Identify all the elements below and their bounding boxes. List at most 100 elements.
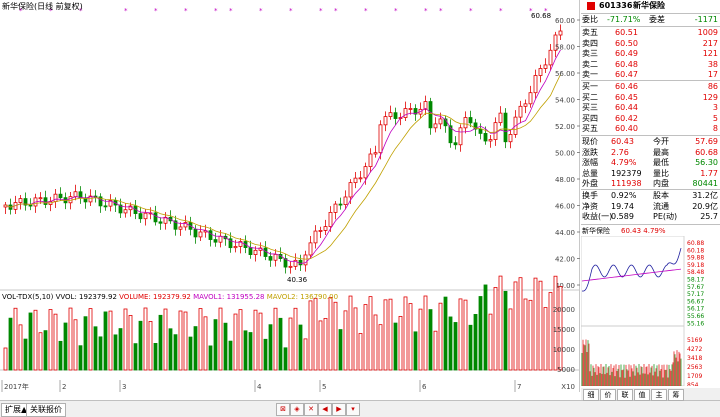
volume-bar	[478, 296, 483, 371]
chart-type-icon[interactable]: ◈	[290, 403, 304, 416]
volume-bar	[533, 277, 538, 371]
bid-label: 买一	[582, 82, 598, 91]
candle	[408, 108, 413, 110]
volume-bar	[223, 322, 228, 371]
candle	[548, 49, 553, 66]
bid-volume: 8	[712, 124, 718, 134]
price-axis-label: 44.00	[555, 229, 575, 237]
candle	[368, 153, 373, 168]
bid-volume: 86	[707, 82, 718, 91]
kline-chart[interactable]: * * * * * * * * * * * * * * * * * * * * 60.00 58.00 56.00 54.0…	[0, 0, 580, 392]
candle	[383, 116, 388, 126]
bid-volume: 5	[712, 113, 718, 123]
candle	[273, 254, 278, 261]
mini-price-axis-label: 56.67	[687, 298, 704, 305]
volume-bar	[228, 340, 233, 371]
candle	[483, 133, 488, 142]
chart-tool-icon[interactable]: ✕	[304, 403, 318, 416]
volume-bar	[178, 310, 183, 371]
candle	[403, 108, 408, 118]
volume-bar	[38, 332, 43, 371]
stat-row: 净资 19.74 流通 20.9亿	[581, 202, 720, 212]
mini-price-axis-label: 60.18	[687, 247, 704, 254]
signal-marker: *	[439, 7, 443, 15]
volume-bar	[383, 299, 388, 371]
candle	[193, 228, 198, 238]
volume-bar	[513, 281, 518, 371]
volume-bar	[523, 298, 528, 371]
ask-row[interactable]: 卖一 60.47 17	[581, 70, 720, 80]
ask-row[interactable]: 卖二 60.48 38	[581, 60, 720, 70]
weibi-row: 委比 -71.71% 委差 -1171	[582, 15, 718, 24]
tab-related-quotes[interactable]: 关联报价	[26, 403, 66, 417]
volume-bar	[208, 345, 213, 371]
candle	[303, 254, 308, 266]
volume-bar	[548, 292, 553, 371]
ask-row[interactable]: 卖四 60.50 217	[581, 39, 720, 49]
volume-bar	[298, 324, 303, 371]
mini-tab[interactable]: 筹	[668, 389, 684, 401]
volume-bar	[68, 307, 73, 371]
volume-bar	[303, 338, 308, 371]
candle	[373, 152, 378, 155]
chart-forward-icon[interactable]: ▶	[332, 403, 346, 416]
quote-panel: 601336 新华保险 委比 -71.71% 委差 -1171 卖五 60.51 1…	[581, 0, 720, 401]
stat-value: 0.92%	[611, 191, 637, 200]
bid-row[interactable]: 买三 60.44 3	[581, 103, 720, 113]
stat-label: 收益(一)	[582, 212, 613, 222]
volume-bar	[538, 280, 543, 371]
volume-bar	[293, 307, 298, 371]
ask-row[interactable]: 卖三 60.49 121	[581, 49, 720, 59]
ask-volume: 121	[702, 49, 718, 59]
signal-marker: *	[499, 7, 503, 15]
mini-chart-title: 新华保险	[582, 227, 610, 235]
volume-bar	[188, 336, 193, 371]
price-axis-label: 60.00	[555, 17, 575, 25]
volume-bar	[338, 329, 343, 371]
volume-bar	[103, 311, 108, 371]
signal-marker: *	[184, 7, 188, 15]
stat-row: 现价 60.43 今开 57.69	[581, 137, 720, 147]
candle	[343, 196, 348, 205]
candle	[313, 230, 318, 244]
bid-row[interactable]: 买一 60.46 86	[581, 82, 720, 92]
candle	[318, 230, 323, 232]
volume-bar	[448, 316, 453, 371]
chart-back-icon[interactable]: ◀	[318, 403, 332, 416]
volume-bar	[443, 296, 448, 371]
bid-label: 买二	[582, 92, 598, 102]
bid-price: 60.42	[615, 113, 638, 123]
ask-price: 60.49	[615, 49, 638, 59]
price-axis-label: 50.00	[555, 150, 575, 158]
candle	[358, 177, 363, 180]
volume-bar	[508, 308, 513, 371]
signal-marker: *	[259, 7, 263, 15]
signal-marker: *	[469, 7, 473, 15]
bid-row[interactable]: 买四 60.42 5	[581, 114, 720, 124]
mini-tab[interactable]: 价	[600, 389, 616, 401]
price-axis-label: 54.00	[555, 97, 575, 105]
bid-row[interactable]: 买二 60.45 129	[581, 93, 720, 103]
volume-bar	[8, 317, 13, 371]
signal-marker: *	[229, 7, 233, 15]
stat-value: 20.9亿	[692, 201, 718, 211]
volume-bar	[323, 318, 328, 371]
volume-bar	[468, 324, 473, 371]
intraday-chart[interactable]: 60.8860.1859.8859.1858.4858.1757.6757.17…	[581, 236, 720, 386]
volume-bar	[48, 309, 53, 371]
ask-row[interactable]: 卖五 60.51 1009	[581, 28, 720, 38]
candle	[328, 212, 333, 227]
volume-bar	[113, 334, 118, 371]
ask-volume: 217	[702, 38, 718, 48]
kline-svg[interactable]: * * * * * * * * * * * * * * * * * * * * 60.0058.0056.0054.0…	[0, 0, 580, 392]
chart-settings-icon[interactable]: ▾	[346, 403, 360, 416]
mini-tab[interactable]: 值	[634, 389, 650, 401]
ask-price: 60.51	[615, 28, 638, 37]
bid-row[interactable]: 买五 60.40 8	[581, 124, 720, 134]
mini-tab[interactable]: 主	[651, 389, 667, 401]
ask-volume: 38	[707, 59, 718, 69]
mini-tab[interactable]: 联	[617, 389, 633, 401]
chart-zoom-icon[interactable]: ⊠	[276, 403, 290, 416]
stat-value: 4.79%	[611, 158, 637, 168]
mini-tab[interactable]: 细	[583, 389, 599, 401]
